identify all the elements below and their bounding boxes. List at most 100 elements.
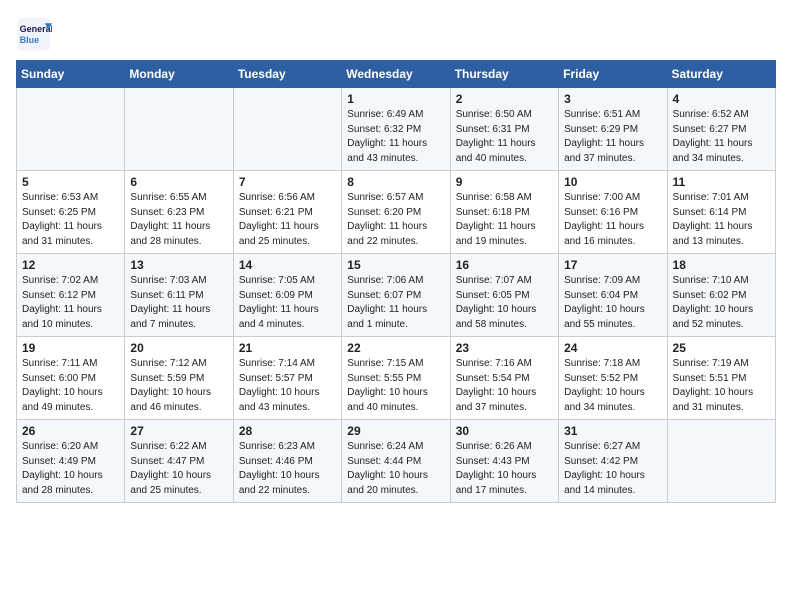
column-header-saturday: Saturday [667,61,775,88]
calendar-cell: 25 Sunrise: 7:19 AMSunset: 5:51 PMDayligh… [667,337,775,420]
calendar-cell: 30 Sunrise: 6:26 AMSunset: 4:43 PMDayligh… [450,420,558,503]
day-number: 26 [22,424,119,438]
calendar-cell [233,88,341,171]
calendar-cell: 17 Sunrise: 7:09 AMSunset: 6:04 PMDayligh… [559,254,667,337]
day-info: Sunrise: 6:24 AMSunset: 4:44 PMDaylight:… [347,440,444,498]
day-number: 17 [564,258,661,272]
day-number: 23 [456,341,553,355]
calendar-cell: 14 Sunrise: 7:05 AMSunset: 6:09 PMDayligh… [233,254,341,337]
calendar-cell: 12 Sunrise: 7:02 AMSunset: 6:12 PMDayligh… [17,254,125,337]
calendar-cell: 1 Sunrise: 6:49 AMSunset: 6:32 PMDaylight… [342,88,450,171]
day-number: 16 [456,258,553,272]
calendar-cell: 28 Sunrise: 6:23 AMSunset: 4:46 PMDayligh… [233,420,341,503]
calendar-cell: 21Sunrise: 7:14 AMSunset: 5:57 PMDayligh… [233,337,341,420]
day-number: 5 [22,175,119,189]
day-info: Sunrise: 7:01 AMSunset: 6:14 PMDaylight:… [673,191,770,249]
day-info: Sunrise: 7:11 AMSunset: 6:00 PMDaylight:… [22,357,119,415]
day-info: Sunrise: 7:06 AMSunset: 6:07 PMDaylight:… [347,274,444,332]
calendar-cell: 22 Sunrise: 7:15 AMSunset: 5:55 PMDayligh… [342,337,450,420]
day-number: 29 [347,424,444,438]
day-info: Sunrise: 6:26 AMSunset: 4:43 PMDaylight:… [456,440,553,498]
day-info: Sunrise: 7:07 AMSunset: 6:05 PMDaylight:… [456,274,553,332]
calendar-cell: 11 Sunrise: 7:01 AMSunset: 6:14 PMDayligh… [667,171,775,254]
calendar-cell: 7 Sunrise: 6:56 AMSunset: 6:21 PMDaylight… [233,171,341,254]
day-info: Sunrise: 6:52 AMSunset: 6:27 PMDaylight:… [673,108,770,166]
day-number: 3 [564,92,661,106]
week-row-1: 1 Sunrise: 6:49 AMSunset: 6:32 PMDaylight… [17,88,776,171]
calendar-table: SundayMondayTuesdayWednesdayThursdayFrid… [16,60,776,503]
calendar-cell: 20 Sunrise: 7:12 AMSunset: 5:59 PMDayligh… [125,337,233,420]
day-info: Sunrise: 6:58 AMSunset: 6:18 PMDaylight:… [456,191,553,249]
day-info: Sunrise: 7:14 AMSunset: 5:57 PMDaylight:… [239,357,336,415]
day-info: Sunrise: 7:09 AMSunset: 6:04 PMDaylight:… [564,274,661,332]
day-info: Sunrise: 6:22 AMSunset: 4:47 PMDaylight:… [130,440,227,498]
day-number: 12 [22,258,119,272]
column-header-friday: Friday [559,61,667,88]
day-number: 19 [22,341,119,355]
page-header: General Blue [16,16,776,52]
calendar-cell: 18 Sunrise: 7:10 AMSunset: 6:02 PMDayligh… [667,254,775,337]
day-number: 25 [673,341,770,355]
column-header-monday: Monday [125,61,233,88]
column-header-thursday: Thursday [450,61,558,88]
calendar-cell: 2Sunrise: 6:50 AMSunset: 6:31 PMDaylight… [450,88,558,171]
day-info: Sunrise: 6:51 AMSunset: 6:29 PMDaylight:… [564,108,661,166]
calendar-cell: 3 Sunrise: 6:51 AMSunset: 6:29 PMDaylight… [559,88,667,171]
calendar-cell: 5Sunrise: 6:53 AMSunset: 6:25 PMDaylight… [17,171,125,254]
day-info: Sunrise: 7:19 AMSunset: 5:51 PMDaylight:… [673,357,770,415]
calendar-cell: 6Sunrise: 6:55 AMSunset: 6:23 PMDaylight… [125,171,233,254]
header-row: SundayMondayTuesdayWednesdayThursdayFrid… [17,61,776,88]
day-info: Sunrise: 6:57 AMSunset: 6:20 PMDaylight:… [347,191,444,249]
logo-icon: General Blue [16,16,52,52]
day-info: Sunrise: 7:10 AMSunset: 6:02 PMDaylight:… [673,274,770,332]
day-info: Sunrise: 6:56 AMSunset: 6:21 PMDaylight:… [239,191,336,249]
logo: General Blue [16,16,56,52]
day-number: 31 [564,424,661,438]
column-header-sunday: Sunday [17,61,125,88]
calendar-cell: 23Sunrise: 7:16 AMSunset: 5:54 PMDayligh… [450,337,558,420]
week-row-2: 5Sunrise: 6:53 AMSunset: 6:25 PMDaylight… [17,171,776,254]
calendar-cell: 9Sunrise: 6:58 AMSunset: 6:18 PMDaylight… [450,171,558,254]
calendar-cell: 13 Sunrise: 7:03 AMSunset: 6:11 PMDayligh… [125,254,233,337]
day-number: 20 [130,341,227,355]
day-info: Sunrise: 6:50 AMSunset: 6:31 PMDaylight:… [456,108,553,166]
calendar-cell: 8Sunrise: 6:57 AMSunset: 6:20 PMDaylight… [342,171,450,254]
day-number: 11 [673,175,770,189]
calendar-cell: 4Sunrise: 6:52 AMSunset: 6:27 PMDaylight… [667,88,775,171]
day-number: 18 [673,258,770,272]
day-info: Sunrise: 7:15 AMSunset: 5:55 PMDaylight:… [347,357,444,415]
day-number: 13 [130,258,227,272]
week-row-4: 19 Sunrise: 7:11 AMSunset: 6:00 PMDayligh… [17,337,776,420]
calendar-cell [17,88,125,171]
calendar-cell: 10Sunrise: 7:00 AMSunset: 6:16 PMDayligh… [559,171,667,254]
calendar-cell: 16 Sunrise: 7:07 AMSunset: 6:05 PMDayligh… [450,254,558,337]
day-info: Sunrise: 6:20 AMSunset: 4:49 PMDaylight:… [22,440,119,498]
week-row-5: 26 Sunrise: 6:20 AMSunset: 4:49 PMDayligh… [17,420,776,503]
calendar-cell: 19 Sunrise: 7:11 AMSunset: 6:00 PMDayligh… [17,337,125,420]
day-info: Sunrise: 7:03 AMSunset: 6:11 PMDaylight:… [130,274,227,332]
day-info: Sunrise: 7:12 AMSunset: 5:59 PMDaylight:… [130,357,227,415]
calendar-cell: 31 Sunrise: 6:27 AMSunset: 4:42 PMDayligh… [559,420,667,503]
day-number: 30 [456,424,553,438]
day-number: 27 [130,424,227,438]
calendar-cell: 15 Sunrise: 7:06 AMSunset: 6:07 PMDayligh… [342,254,450,337]
day-info: Sunrise: 6:27 AMSunset: 4:42 PMDaylight:… [564,440,661,498]
calendar-cell: 24Sunrise: 7:18 AMSunset: 5:52 PMDayligh… [559,337,667,420]
day-number: 1 [347,92,444,106]
day-info: Sunrise: 6:49 AMSunset: 6:32 PMDaylight:… [347,108,444,166]
day-number: 14 [239,258,336,272]
day-number: 28 [239,424,336,438]
day-number: 7 [239,175,336,189]
calendar-cell: 29 Sunrise: 6:24 AMSunset: 4:44 PMDayligh… [342,420,450,503]
calendar-cell: 26 Sunrise: 6:20 AMSunset: 4:49 PMDayligh… [17,420,125,503]
day-number: 6 [130,175,227,189]
day-info: Sunrise: 7:02 AMSunset: 6:12 PMDaylight:… [22,274,119,332]
day-number: 10 [564,175,661,189]
day-number: 15 [347,258,444,272]
svg-text:Blue: Blue [20,35,40,45]
day-number: 22 [347,341,444,355]
day-info: Sunrise: 7:05 AMSunset: 6:09 PMDaylight:… [239,274,336,332]
calendar-cell: 27 Sunrise: 6:22 AMSunset: 4:47 PMDayligh… [125,420,233,503]
day-info: Sunrise: 6:23 AMSunset: 4:46 PMDaylight:… [239,440,336,498]
column-header-tuesday: Tuesday [233,61,341,88]
